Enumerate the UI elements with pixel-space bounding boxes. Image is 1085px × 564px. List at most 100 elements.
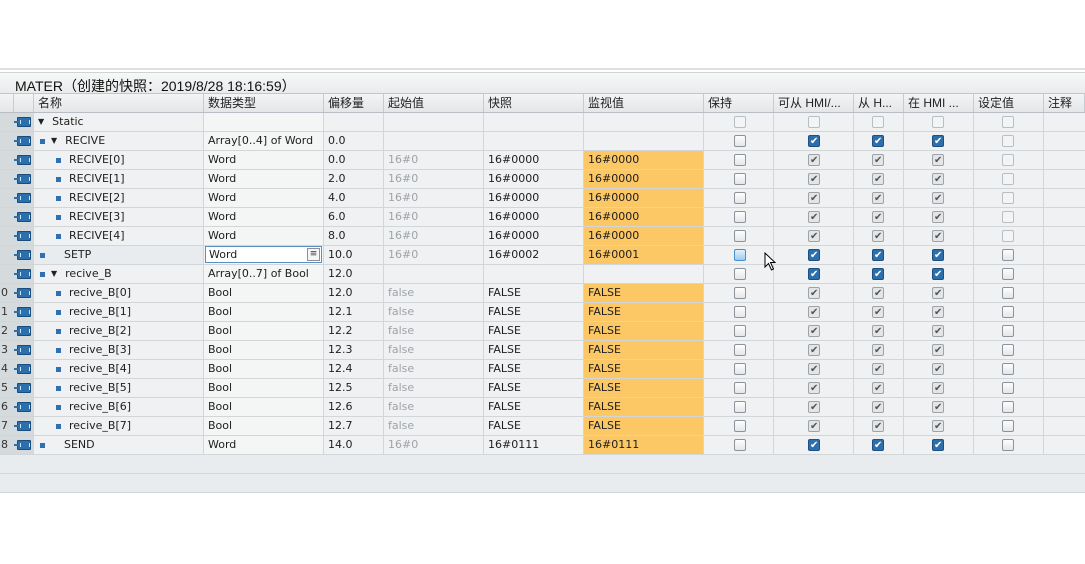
retain-checkbox[interactable] [734,154,746,166]
setpoint-checkbox[interactable] [1002,344,1014,356]
start-value-cell[interactable]: 16#0 [384,436,484,454]
table-row[interactable]: 1 recive_B[1] Bool 12.1 false FALSE FALSE [0,303,1085,322]
comment-cell[interactable] [1044,265,1085,283]
col-header-name[interactable]: 名称 [34,94,204,112]
datatype-cell[interactable]: Word [204,227,324,245]
hmi-access-checkbox[interactable] [808,152,820,169]
hmi-write-checkbox[interactable] [872,304,884,321]
hmi-write-checkbox[interactable] [872,133,884,150]
datatype-cell[interactable] [204,113,324,131]
hmi-write-checkbox[interactable] [872,418,884,435]
hmi-write-checkbox[interactable] [872,152,884,169]
comment-cell[interactable] [1044,246,1085,264]
triangle-down-icon[interactable]: ▼ [38,113,44,131]
retain-checkbox[interactable] [734,401,746,413]
hmi-visible-checkbox[interactable] [932,437,944,454]
hmi-write-checkbox[interactable] [872,247,884,264]
table-row[interactable]: 4 recive_B[4] Bool 12.4 false FALSE FALSE [0,360,1085,379]
table-row[interactable]: 7 recive_B[7] Bool 12.7 false FALSE FALSE [0,417,1085,436]
table-row[interactable]: ▼ Static [0,113,1085,132]
comment-cell[interactable] [1044,151,1085,169]
start-value-cell[interactable]: false [384,360,484,378]
start-value-cell[interactable] [384,132,484,150]
name-cell[interactable]: recive_B[3] [34,341,204,359]
start-value-cell[interactable]: 16#0 [384,189,484,207]
hmi-visible-checkbox[interactable] [932,266,944,283]
hmi-visible-checkbox[interactable] [932,209,944,226]
triangle-down-icon[interactable]: ▼ [51,132,57,150]
list-button-icon[interactable]: ≡ [307,248,320,261]
comment-cell[interactable] [1044,398,1085,416]
col-header-hmi-visible[interactable]: 在 HMI ... [904,94,974,112]
hmi-access-checkbox[interactable] [808,304,820,321]
start-value-cell[interactable]: 16#0 [384,208,484,226]
hmi-write-checkbox[interactable] [872,323,884,340]
datatype-cell[interactable]: Array[0..4] of Word [204,132,324,150]
comment-cell[interactable] [1044,284,1085,302]
hmi-visible-checkbox[interactable] [932,418,944,435]
datatype-cell[interactable]: Word [204,436,324,454]
comment-cell[interactable] [1044,436,1085,454]
name-cell[interactable]: RECIVE[0] [34,151,204,169]
name-cell[interactable]: recive_B[2] [34,322,204,340]
retain-checkbox[interactable] [734,192,746,204]
start-value-cell[interactable]: false [384,303,484,321]
retain-checkbox[interactable] [734,249,746,261]
retain-checkbox[interactable] [734,325,746,337]
hmi-visible-checkbox[interactable] [932,190,944,207]
hmi-write-checkbox[interactable] [872,209,884,226]
hmi-write-checkbox[interactable] [872,190,884,207]
retain-checkbox[interactable] [734,306,746,318]
table-row[interactable]: 3 recive_B[3] Bool 12.3 false FALSE FALSE [0,341,1085,360]
start-value-cell[interactable]: false [384,417,484,435]
name-cell[interactable]: ▼ Static [34,113,204,131]
start-value-cell[interactable]: false [384,284,484,302]
col-header-comment[interactable]: 注释 [1044,94,1085,112]
name-cell[interactable]: recive_B[0] [34,284,204,302]
hmi-access-checkbox[interactable] [808,171,820,188]
table-row[interactable]: 5 recive_B[5] Bool 12.5 false FALSE FALSE [0,379,1085,398]
name-cell[interactable]: RECIVE[1] [34,170,204,188]
hmi-visible-checkbox[interactable] [932,152,944,169]
start-value-cell[interactable] [384,113,484,131]
table-row[interactable]: RECIVE[3] Word 6.0 16#0 16#0000 16#0000 [0,208,1085,227]
hmi-visible-checkbox[interactable] [932,171,944,188]
retain-checkbox[interactable] [734,173,746,185]
table-row[interactable]: 2 recive_B[2] Bool 12.2 false FALSE FALSE [0,322,1085,341]
hmi-access-checkbox[interactable] [808,190,820,207]
col-header-setpoint[interactable]: 设定值 [974,94,1044,112]
comment-cell[interactable] [1044,132,1085,150]
table-row[interactable]: 8 SEND Word 14.0 16#0 16#0111 16#0111 [0,436,1085,455]
hmi-access-checkbox[interactable] [808,247,820,264]
table-row[interactable]: RECIVE[1] Word 2.0 16#0 16#0000 16#0000 [0,170,1085,189]
datatype-cell[interactable]: Array[0..7] of Bool [204,265,324,283]
col-header-retain[interactable]: 保持 [704,94,774,112]
setpoint-checkbox[interactable] [1002,249,1014,261]
setpoint-checkbox[interactable] [1002,439,1014,451]
col-header-datatype[interactable]: 数据类型 [204,94,324,112]
hmi-visible-checkbox[interactable] [932,342,944,359]
comment-cell[interactable] [1044,303,1085,321]
datatype-cell[interactable]: Bool [204,303,324,321]
hmi-write-checkbox[interactable] [872,399,884,416]
datatype-cell[interactable]: Word ≡ [204,246,324,264]
retain-checkbox[interactable] [734,268,746,280]
table-row[interactable]: 0 recive_B[0] Bool 12.0 false FALSE FALSE [0,284,1085,303]
name-cell[interactable]: ▼ recive_B [34,265,204,283]
comment-cell[interactable] [1044,417,1085,435]
col-header-offset[interactable]: 偏移量 [324,94,384,112]
name-cell[interactable]: recive_B[5] [34,379,204,397]
name-cell[interactable]: ▼ RECIVE [34,132,204,150]
datatype-cell[interactable]: Bool [204,322,324,340]
name-cell[interactable]: recive_B[4] [34,360,204,378]
col-header-hmi-access[interactable]: 可从 HMI/... [774,94,854,112]
retain-checkbox[interactable] [734,344,746,356]
start-value-cell[interactable]: 16#0 [384,170,484,188]
table-row[interactable]: SETP Word ≡ 10.0 16#0 16#0002 16#0001 [0,246,1085,265]
col-header-hmi-write[interactable]: 从 H... [854,94,904,112]
hmi-access-checkbox[interactable] [808,342,820,359]
comment-cell[interactable] [1044,341,1085,359]
datatype-cell[interactable]: Word [204,208,324,226]
retain-checkbox[interactable] [734,420,746,432]
col-header-snapshot[interactable]: 快照 [484,94,584,112]
